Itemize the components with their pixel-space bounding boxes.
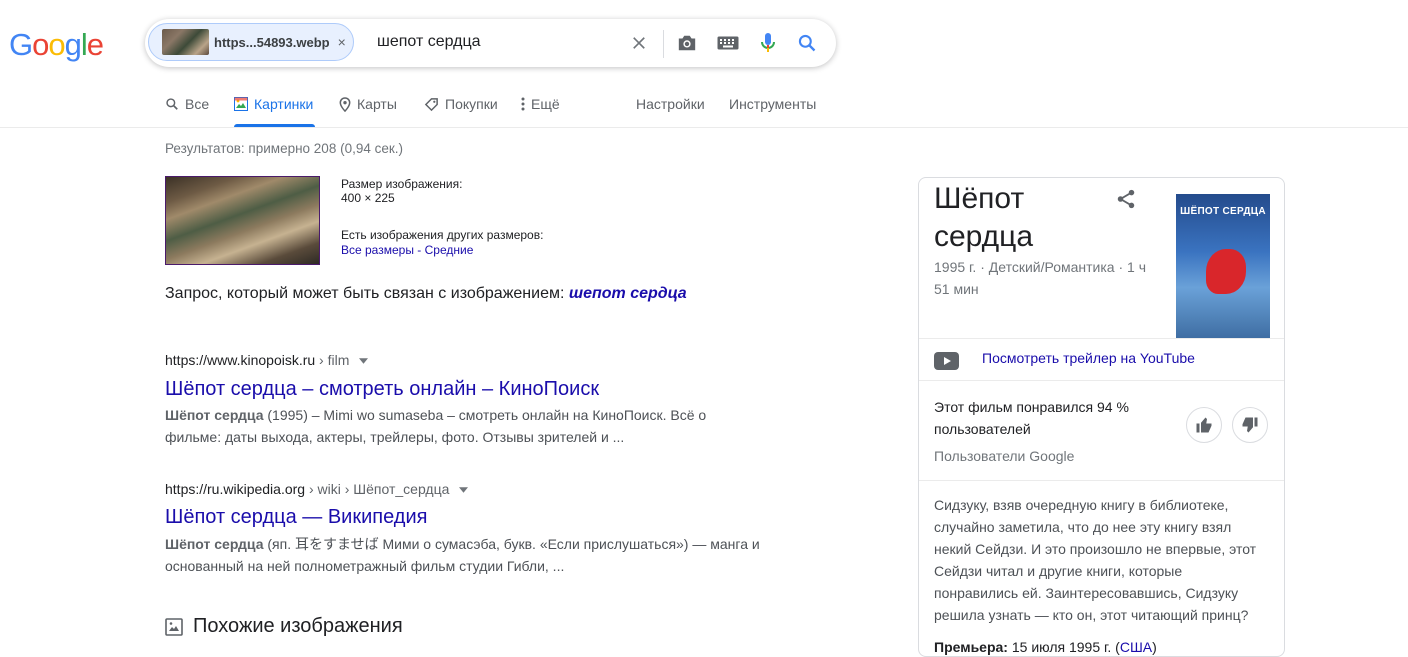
header-divider [0, 127, 1408, 128]
cite-path: › film [315, 352, 350, 368]
tab-label: Ещё [531, 96, 560, 112]
snippet-bold: Шёпот сердца [165, 536, 264, 552]
premiere-country-link[interactable]: США [1120, 639, 1152, 655]
kp-divider [919, 480, 1284, 481]
google-logo[interactable]: Google [9, 27, 104, 63]
query-image-thumbnail[interactable] [165, 176, 320, 265]
camera-icon[interactable] [675, 31, 699, 55]
tab-settings[interactable]: Настройки [636, 96, 705, 112]
tab-images[interactable]: Картинки [234, 96, 313, 112]
tab-label: Покупки [445, 96, 498, 112]
dropdown-arrow-icon[interactable] [359, 358, 369, 364]
tab-tools[interactable]: Инструменты [729, 96, 816, 112]
chip-filename: https...54893.webp [214, 34, 330, 50]
movie-poster[interactable]: ШЁПОТ СЕРДЦА [1176, 194, 1270, 338]
snippet-text: основанный на ней полнометражный фильм с… [165, 558, 565, 574]
tab-label: Картинки [254, 96, 314, 112]
kp-premiere: Премьера: 15 июля 1995 г. (США) [934, 639, 1157, 655]
image-query-chip[interactable]: https...54893.webp × [148, 23, 354, 61]
medium-sizes-link[interactable]: Средние [425, 243, 474, 257]
clear-icon[interactable] [627, 31, 651, 55]
result-title-link[interactable]: Шёпот сердца – смотреть онлайн – КиноПои… [165, 376, 599, 402]
all-sizes-link[interactable]: Все размеры [341, 243, 414, 257]
liked-by-label: Пользователи Google [934, 448, 1075, 464]
thumbs-up-icon[interactable] [1186, 407, 1222, 443]
tab-all[interactable]: Все [165, 96, 209, 112]
premiere-value: 15 июля 1995 г. ( [1007, 639, 1120, 655]
search-box: https...54893.webp × шепот сердца [145, 19, 836, 67]
tab-shopping[interactable]: Покупки [424, 96, 498, 112]
kp-divider [919, 380, 1284, 381]
snippet-bold: Шёпот сердца [165, 407, 264, 423]
premiere-label: Премьера: [934, 639, 1008, 655]
related-query: Запрос, который может быть связан с изоб… [165, 285, 687, 303]
similar-images-heading[interactable]: Похожие изображения [165, 615, 403, 638]
chip-close-icon[interactable]: × [338, 34, 346, 50]
cite-domain: https://www.kinopoisk.ru [165, 352, 316, 368]
image-size-label: Размер изображения: [341, 177, 463, 191]
search-input[interactable]: шепот сердца [377, 33, 481, 51]
similar-images-label: Похожие изображения [193, 615, 403, 637]
kp-divider [919, 338, 1284, 339]
trailer-link[interactable]: Посмотреть трейлер на YouTube [982, 350, 1195, 366]
poster-title: ШЁПОТ СЕРДЦА [1180, 206, 1266, 217]
share-icon[interactable] [1115, 188, 1137, 215]
map-pin-icon [339, 96, 351, 112]
size-separator: - [413, 243, 425, 257]
image-icon [165, 617, 183, 636]
logo-letter: G [9, 27, 33, 62]
more-vert-icon [521, 97, 525, 111]
tab-label: Все [185, 96, 210, 112]
logo-letter: o [32, 27, 49, 62]
thumbs-down-icon[interactable] [1232, 407, 1268, 443]
tab-more[interactable]: Ещё [521, 96, 560, 112]
image-size-value: 400 × 225 [341, 191, 395, 205]
tab-label: Карты [357, 96, 397, 112]
tab-label: Настройки [636, 96, 705, 112]
result-cite[interactable]: https://ru.wikipedia.org › wiki › Шёпот_… [165, 481, 469, 497]
related-query-link[interactable]: шепот сердца [569, 285, 687, 302]
logo-letter: g [64, 27, 82, 62]
search-divider [663, 30, 664, 58]
keyboard-icon[interactable] [716, 31, 740, 55]
kp-description: Сидзуку, взяв очередную книгу в библиоте… [934, 497, 1257, 623]
cite-domain: https://ru.wikipedia.org [165, 481, 306, 497]
search-icon[interactable] [795, 31, 819, 55]
kp-subtitle: 1995 г. · Детский/Романтика · 1 ч 51 мин [934, 259, 1146, 297]
related-query-prefix: Запрос, который может быть связан с изоб… [165, 285, 565, 302]
result-snippet: Шёпот сердца (яп. 耳をすませば Мими о сумасэба… [165, 533, 765, 577]
other-sizes-label: Есть изображения других размеров: [341, 228, 544, 242]
liked-percentage: Этот фильм понравился 94 % пользователей [934, 399, 1129, 437]
snippet-text: (яп. 耳をすませば Мими о сумасэба, букв. «Если… [263, 536, 760, 552]
tab-label: Инструменты [729, 96, 817, 112]
result-cite[interactable]: https://www.kinopoisk.ru › film [165, 352, 369, 368]
premiere-close: ) [1152, 639, 1157, 655]
cite-path: › wiki › Шёпот_сердца [305, 481, 450, 497]
size-links: Все размеры - Средние [341, 243, 473, 257]
image-icon [234, 97, 248, 111]
snippet-text: (1995) – Mimi wo sumaseba – смотреть онл… [263, 407, 707, 423]
chip-thumbnail [162, 29, 209, 55]
result-title-link[interactable]: Шёпот сердца — Википедия [165, 504, 427, 530]
logo-letter: o [48, 27, 65, 62]
tag-icon [424, 97, 438, 111]
result-snippet: Шёпот сердца (1995) – Mimi wo sumaseba –… [165, 404, 765, 448]
search-icon [166, 98, 178, 110]
tab-maps[interactable]: Карты [339, 96, 397, 112]
result-stats: Результатов: примерно 208 (0,94 сек.) [165, 141, 404, 156]
youtube-icon[interactable] [934, 352, 959, 370]
microphone-icon[interactable] [756, 31, 780, 55]
poster-figure [1206, 249, 1246, 294]
knowledge-panel: Шёпот сердца 1995 г. · Детский/Романтика… [918, 177, 1285, 657]
snippet-text: фильме: даты выхода, актеры, трейлеры, ф… [165, 429, 625, 445]
dropdown-arrow-icon[interactable] [459, 487, 469, 493]
logo-letter: e [86, 27, 104, 62]
kp-title: Шёпот сердца [934, 182, 1034, 253]
